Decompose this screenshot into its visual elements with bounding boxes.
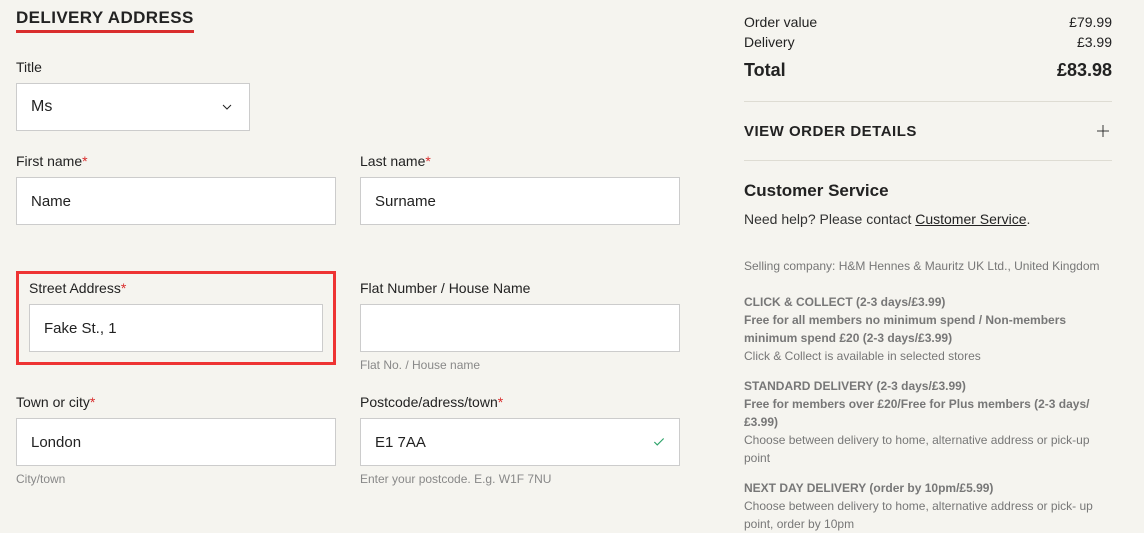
order-value-row: Order value £79.99 (744, 14, 1112, 30)
click-collect-line2: Click & Collect is available in selected… (744, 347, 1112, 365)
view-order-details-toggle[interactable]: VIEW ORDER DETAILS (744, 118, 1112, 161)
customer-service-heading: Customer Service (744, 181, 1112, 201)
total-row: Total £83.98 (744, 60, 1112, 81)
first-name-label: First name* (16, 153, 336, 169)
check-icon (652, 435, 666, 449)
delivery-label: Delivery (744, 34, 795, 50)
next-day-title: NEXT DAY DELIVERY (order by 10pm/£5.99) (744, 479, 1112, 497)
section-heading: DELIVERY ADDRESS (16, 8, 194, 33)
delivery-row: Delivery £3.99 (744, 34, 1112, 50)
last-name-label: Last name* (360, 153, 680, 169)
flat-hint: Flat No. / House name (360, 358, 680, 372)
total-label: Total (744, 60, 786, 81)
standard-line2: Choose between delivery to home, alterna… (744, 431, 1112, 467)
street-highlight: Street Address* (16, 271, 336, 365)
next-day-block: NEXT DAY DELIVERY (order by 10pm/£5.99) … (744, 479, 1112, 533)
first-name-input[interactable] (16, 177, 336, 225)
delivery-amount: £3.99 (1077, 34, 1112, 50)
street-input[interactable] (29, 304, 323, 352)
standard-line1: Free for members over £20/Free for Plus … (744, 395, 1112, 431)
flat-label: Flat Number / House Name (360, 280, 680, 296)
customer-service-text: Need help? Please contact Customer Servi… (744, 211, 1112, 227)
view-order-label: VIEW ORDER DETAILS (744, 123, 917, 140)
chevron-down-icon (219, 99, 235, 115)
click-collect-block: CLICK & COLLECT (2-3 days/£3.99) Free fo… (744, 293, 1112, 365)
title-label: Title (16, 59, 250, 75)
plus-icon (1094, 122, 1112, 140)
customer-service-link[interactable]: Customer Service (915, 211, 1026, 227)
postcode-input[interactable] (360, 418, 680, 466)
selling-company: Selling company: H&M Hennes & Mauritz UK… (744, 257, 1112, 275)
postcode-hint: Enter your postcode. E.g. W1F 7NU (360, 472, 680, 486)
street-label: Street Address* (29, 280, 323, 296)
standard-title: STANDARD DELIVERY (2-3 days/£3.99) (744, 377, 1112, 395)
standard-delivery-block: STANDARD DELIVERY (2-3 days/£3.99) Free … (744, 377, 1112, 467)
last-name-input[interactable] (360, 177, 680, 225)
click-collect-title: CLICK & COLLECT (2-3 days/£3.99) (744, 293, 1112, 311)
town-label: Town or city* (16, 394, 336, 410)
divider (744, 101, 1112, 102)
order-value-amount: £79.99 (1069, 14, 1112, 30)
click-collect-line1: Free for all members no minimum spend / … (744, 311, 1112, 347)
order-value-label: Order value (744, 14, 817, 30)
total-amount: £83.98 (1057, 60, 1112, 81)
next-day-line1: Choose between delivery to home, alterna… (744, 497, 1112, 533)
title-select[interactable]: Ms (16, 83, 250, 131)
town-input[interactable] (16, 418, 336, 466)
title-select-value: Ms (31, 98, 52, 116)
postcode-label: Postcode/adress/town* (360, 394, 680, 410)
town-hint: City/town (16, 472, 336, 486)
flat-input[interactable] (360, 304, 680, 352)
